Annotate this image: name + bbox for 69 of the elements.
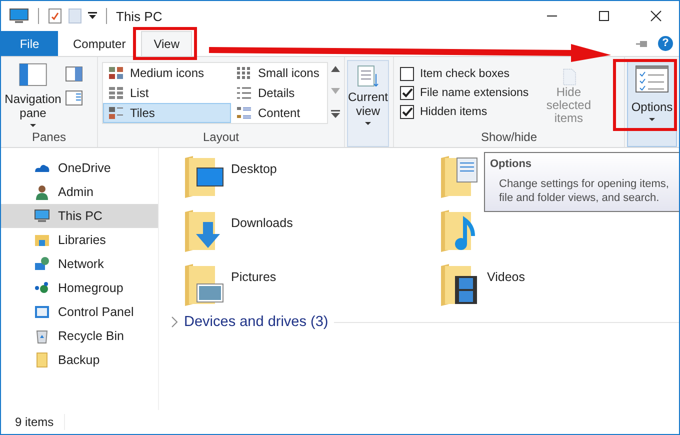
computer-icon (9, 8, 29, 24)
checkbox[interactable] (400, 86, 414, 100)
sidebar-icon (34, 280, 50, 296)
maximize-icon[interactable] (598, 10, 610, 22)
scroll-up-icon[interactable] (331, 66, 340, 72)
sidebar-icon (34, 304, 50, 320)
ribbon-tab[interactable]: Computer (60, 31, 139, 56)
details-pane-icon[interactable] (65, 90, 83, 106)
sidebar-icon (34, 232, 50, 248)
options-button[interactable]: Options (627, 60, 677, 147)
layout-icon (236, 66, 252, 80)
checkbox[interactable] (400, 67, 414, 81)
layout-icon (236, 106, 252, 120)
group-label: Layout (202, 130, 240, 146)
navigation-pane-button[interactable]: Navigation pane (3, 60, 63, 130)
sidebar-item[interactable]: Admin (1, 180, 158, 204)
document-icon (560, 68, 577, 86)
preview-pane-icon[interactable] (65, 66, 83, 82)
sidebar-item[interactable]: OneDrive (1, 156, 158, 180)
section-header[interactable]: Devices and drives (3) (184, 314, 328, 330)
sidebar-item[interactable]: Backup (1, 348, 158, 372)
highlight-frame (133, 27, 197, 60)
tooltip-text: Change settings for opening items, file and folder views, and search. (498, 177, 670, 205)
checkbox-option[interactable]: File name extensions (400, 86, 529, 100)
layout-option[interactable]: List (103, 83, 231, 103)
current-view-button[interactable]: Current view (347, 60, 389, 147)
sidebar-icon (34, 208, 50, 224)
sidebar-item[interactable]: Libraries (1, 228, 158, 252)
folder-name: Downloads (231, 216, 293, 230)
sidebar-item[interactable]: This PC (1, 204, 158, 228)
layout-option[interactable]: Medium icons (103, 63, 231, 83)
tooltip-title: Options (490, 158, 533, 170)
checkbox-option[interactable]: Item check boxes (400, 67, 529, 81)
layout-option[interactable]: Small icons (231, 63, 327, 83)
sidebar-item[interactable]: Control Panel (1, 300, 158, 324)
folder-name: Desktop (231, 162, 277, 176)
layout-icon (236, 86, 252, 100)
sidebar-icon (34, 256, 50, 272)
chevron-right-icon[interactable] (171, 316, 178, 328)
layout-option[interactable]: Tiles (103, 103, 231, 123)
help-icon[interactable]: ? (658, 36, 673, 51)
sidebar-icon (34, 328, 50, 344)
sidebar-item[interactable]: Recycle Bin (1, 324, 158, 348)
group-label: Panes (30, 130, 68, 146)
folder-name: Videos (487, 270, 525, 284)
layout-icon (108, 106, 124, 120)
group-label: Show/hide (480, 130, 538, 146)
sidebar-icon (34, 184, 50, 200)
layout-option[interactable]: Details (231, 83, 327, 103)
sidebar-icon (34, 352, 50, 368)
checkbox-option[interactable]: Hidden items (400, 105, 529, 119)
layout-icon (108, 86, 124, 100)
item-count: 9 items (15, 415, 54, 429)
folder-name: Pictures (231, 270, 276, 284)
ribbon-tab[interactable]: View (140, 31, 192, 56)
layout-option[interactable]: Content (231, 103, 327, 123)
customize-dropdown-icon[interactable] (88, 12, 97, 20)
pin-icon[interactable] (636, 40, 648, 48)
sidebar-item[interactable]: Network (1, 252, 158, 276)
options-icon (634, 64, 670, 94)
expand-gallery-icon[interactable] (331, 110, 340, 118)
file-tab[interactable]: File (1, 31, 58, 56)
window-title: This PC (116, 8, 162, 24)
highlight-frame (613, 59, 677, 131)
sidebar-item[interactable]: Homegroup (1, 276, 158, 300)
layout-icon (108, 66, 124, 80)
properties-icon[interactable] (48, 8, 62, 24)
close-icon[interactable] (650, 10, 662, 22)
checkbox[interactable] (400, 105, 414, 119)
